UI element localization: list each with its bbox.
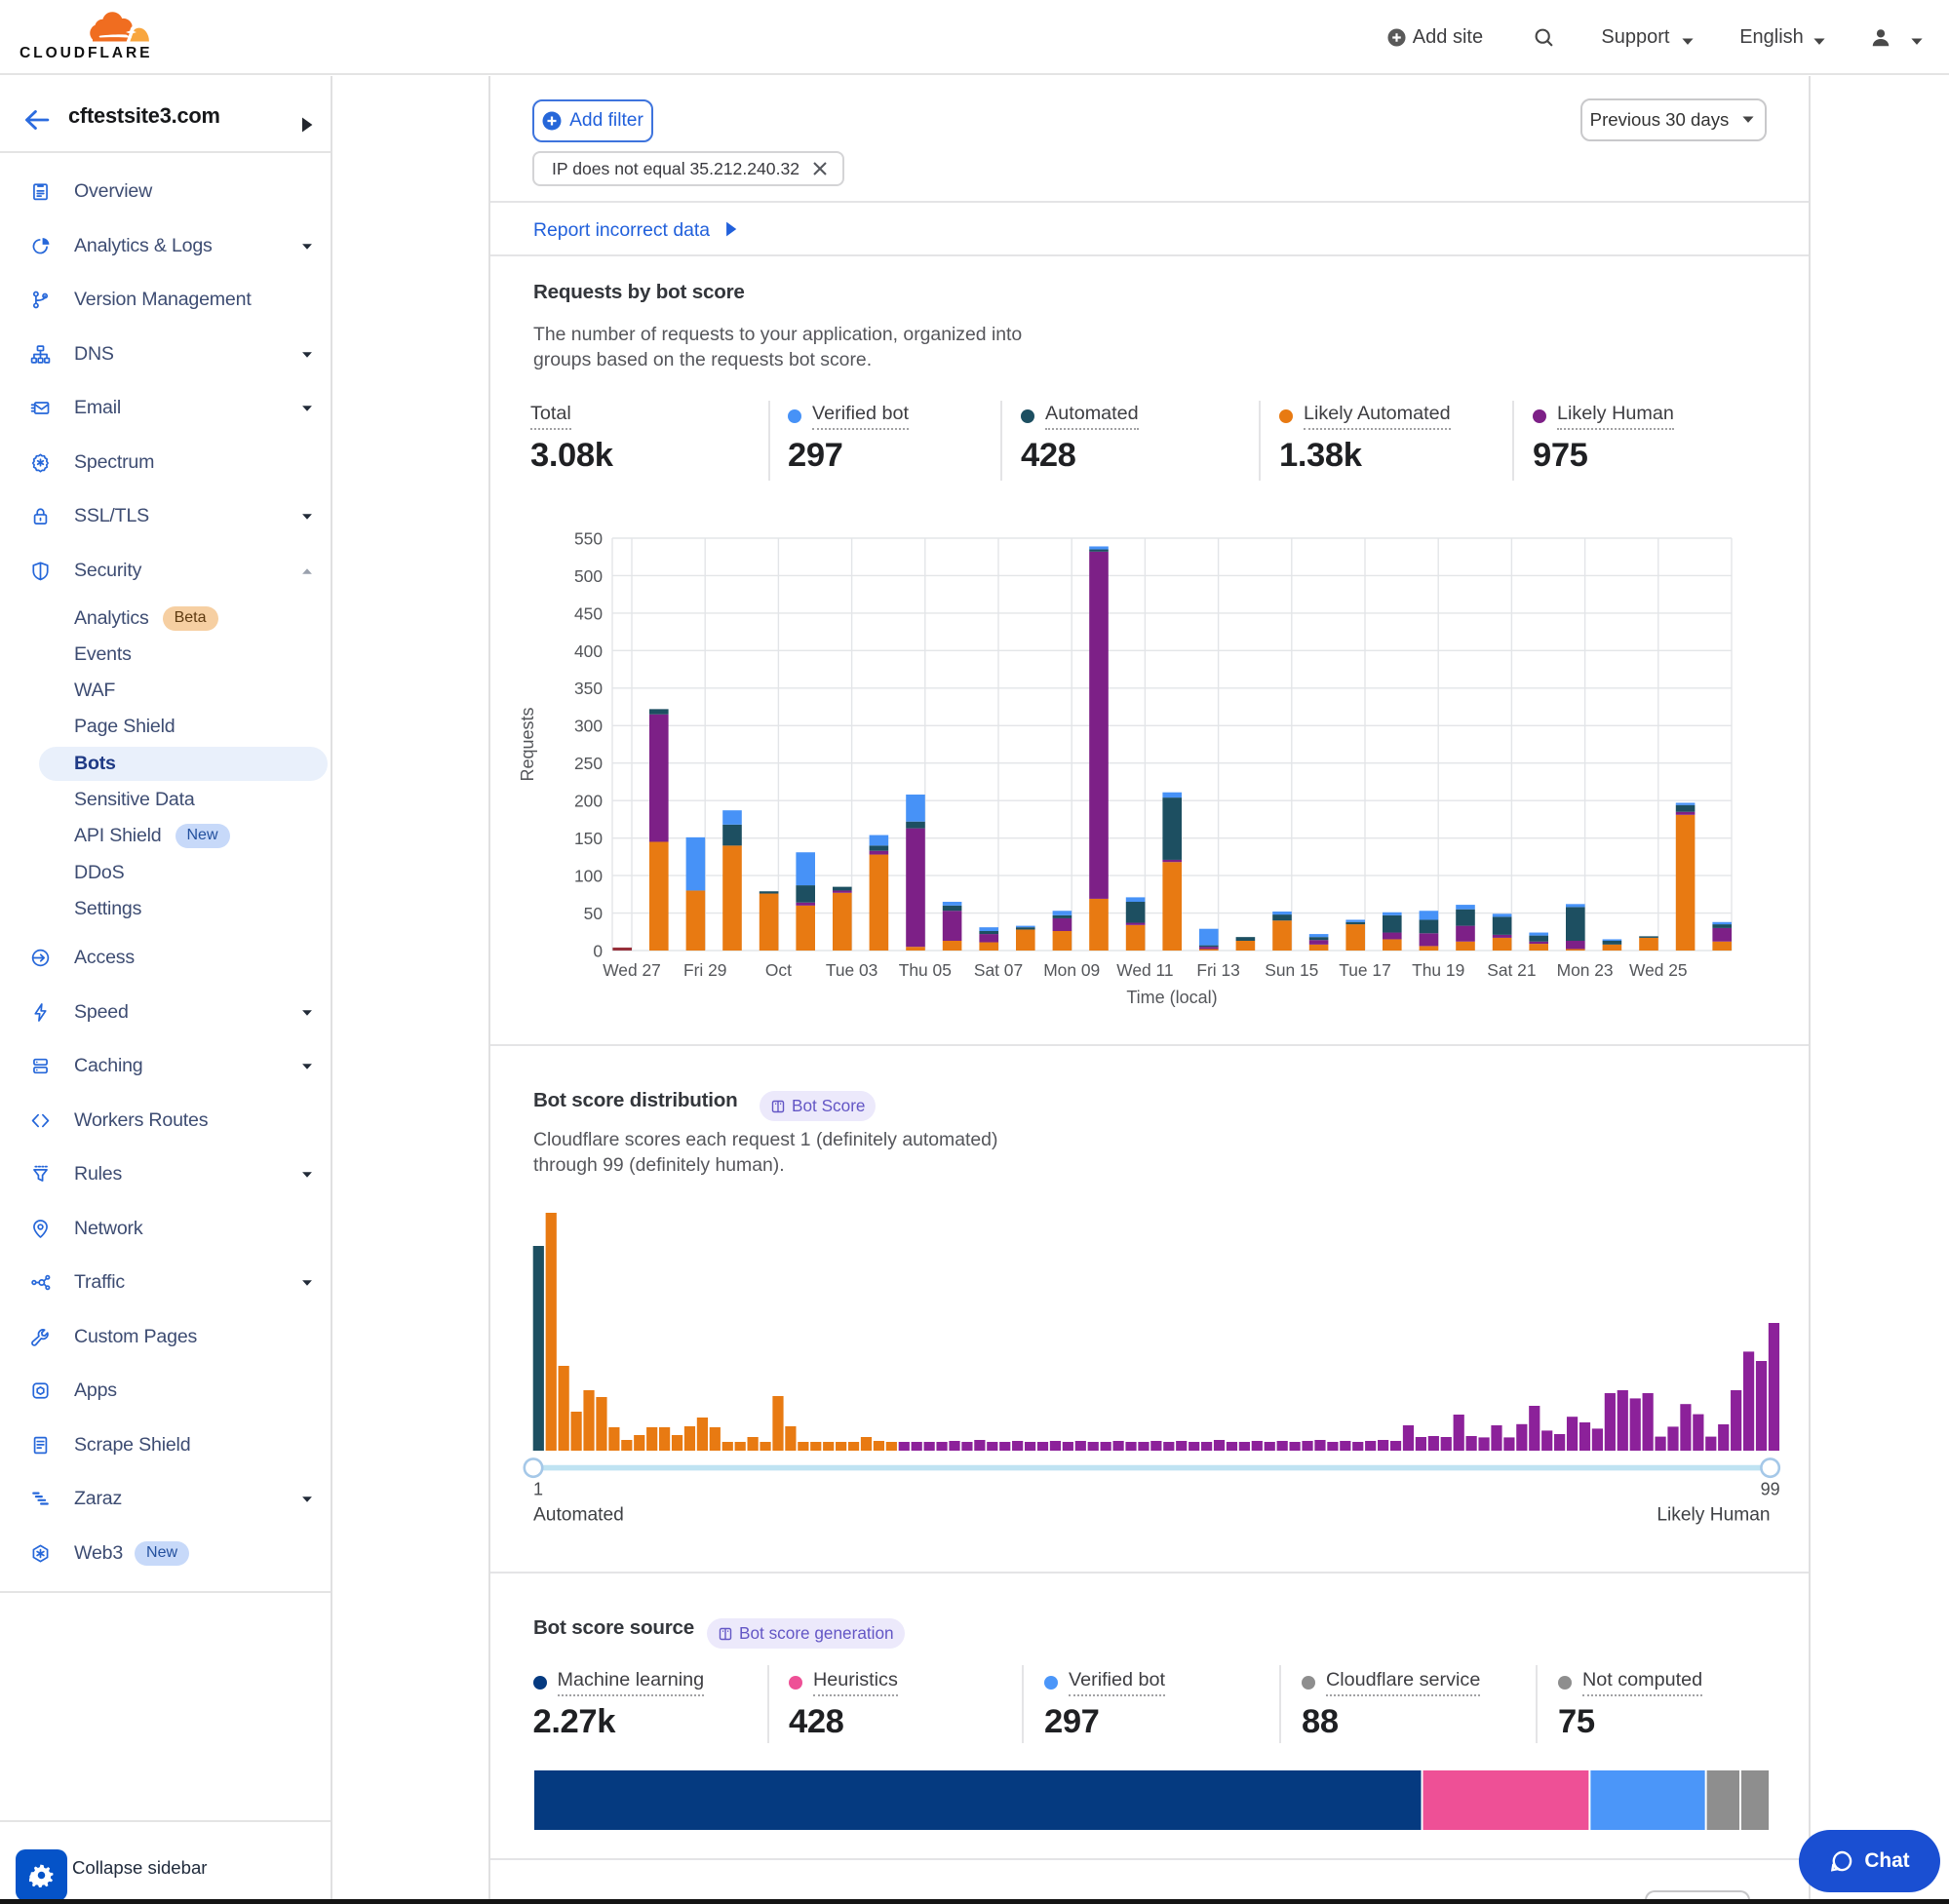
svg-text:250: 250 xyxy=(574,754,603,773)
svg-text:Fri 13: Fri 13 xyxy=(1196,960,1239,980)
svg-text:50: 50 xyxy=(584,904,603,923)
svg-text:Sat 21: Sat 21 xyxy=(1487,960,1536,980)
svg-text:100: 100 xyxy=(574,867,603,886)
svg-text:99: 99 xyxy=(1761,1480,1780,1499)
svg-text:Thu 05: Thu 05 xyxy=(899,960,952,980)
svg-text:Fri 29: Fri 29 xyxy=(683,960,726,980)
svg-text:Wed 25: Wed 25 xyxy=(1629,960,1688,980)
svg-text:Wed 27: Wed 27 xyxy=(603,960,661,980)
svg-text:Requests: Requests xyxy=(518,707,537,781)
svg-text:Mon 09: Mon 09 xyxy=(1043,960,1100,980)
svg-text:Oct: Oct xyxy=(765,960,792,980)
svg-text:1: 1 xyxy=(533,1480,543,1499)
svg-text:350: 350 xyxy=(574,679,603,698)
svg-text:0: 0 xyxy=(593,941,603,960)
svg-text:Time (local): Time (local) xyxy=(1126,988,1217,1007)
svg-text:550: 550 xyxy=(574,528,603,548)
svg-text:Wed 11: Wed 11 xyxy=(1116,960,1173,980)
svg-text:Automated: Automated xyxy=(533,1505,624,1526)
svg-text:500: 500 xyxy=(574,566,603,586)
svg-text:300: 300 xyxy=(574,717,603,736)
svg-text:450: 450 xyxy=(574,603,603,623)
svg-text:Tue 03: Tue 03 xyxy=(826,960,878,980)
svg-text:Sat 07: Sat 07 xyxy=(974,960,1023,980)
svg-text:Mon 23: Mon 23 xyxy=(1557,960,1614,980)
svg-text:150: 150 xyxy=(574,829,603,848)
svg-text:Thu 19: Thu 19 xyxy=(1412,960,1464,980)
svg-text:Sun 15: Sun 15 xyxy=(1265,960,1318,980)
svg-text:Tue 17: Tue 17 xyxy=(1339,960,1391,980)
svg-text:Likely Human: Likely Human xyxy=(1657,1505,1770,1526)
svg-text:200: 200 xyxy=(574,792,603,811)
svg-text:400: 400 xyxy=(574,641,603,661)
